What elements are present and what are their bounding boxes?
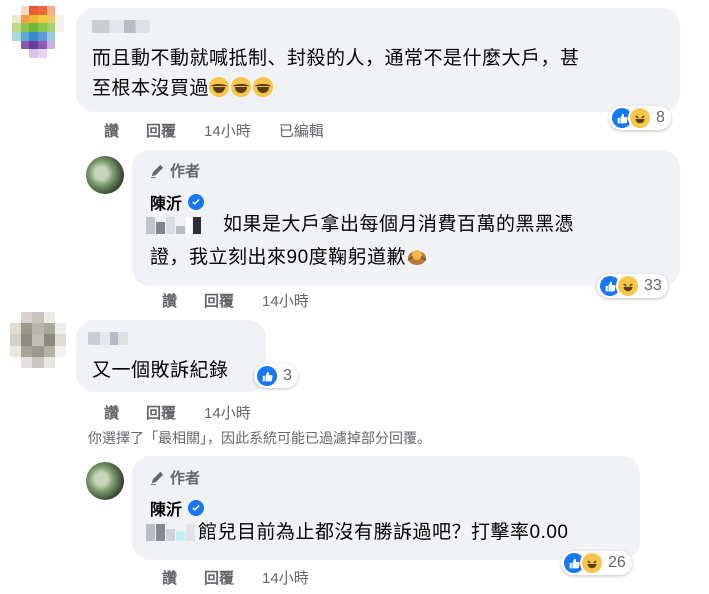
bowing-emoji	[407, 250, 427, 265]
timestamp[interactable]: 14小時	[262, 290, 309, 311]
mentioned-name[interactable]	[146, 524, 195, 541]
avatar[interactable]	[12, 6, 64, 58]
like-icon	[257, 366, 277, 386]
comment-actions: 讚 回覆 14小時	[162, 567, 309, 588]
comment-actions: 讚 回覆 14小時	[162, 290, 309, 311]
comment-actions: 讚 回覆 14小時	[104, 402, 251, 423]
avatar[interactable]	[10, 312, 66, 368]
reaction-count: 3	[283, 367, 292, 384]
verified-icon	[188, 500, 205, 516]
haha-icon	[582, 553, 602, 573]
timestamp[interactable]: 14小時	[262, 567, 309, 588]
pen-icon	[150, 164, 164, 178]
like-icon	[600, 276, 620, 296]
reaction-summary[interactable]: 26	[561, 551, 632, 575]
haha-emoji	[209, 77, 230, 97]
reply-button[interactable]: 回覆	[204, 290, 234, 311]
like-button[interactable]: 讚	[104, 402, 119, 423]
author-avatar[interactable]	[86, 462, 124, 500]
like-button[interactable]: 讚	[162, 567, 177, 588]
redacted-name	[92, 20, 150, 33]
haha-icon	[630, 108, 650, 128]
edited-label: 已編輯	[278, 123, 324, 140]
like-icon	[564, 553, 584, 573]
author-badge: 作者	[150, 467, 200, 488]
pen-icon	[150, 471, 164, 485]
comment-text: 又一個敗訴紀錄	[92, 360, 229, 381]
like-icon	[612, 108, 632, 128]
haha-icon	[618, 276, 638, 296]
comment-actions: 讚 回覆 14小時 已編輯	[104, 120, 324, 141]
reaction-count: 33	[644, 277, 662, 294]
timestamp[interactable]: 14小時	[204, 402, 251, 423]
reaction-summary[interactable]: 3	[254, 364, 298, 388]
haha-emoji	[253, 77, 274, 97]
like-button[interactable]: 讚	[162, 290, 177, 311]
comment-text: 如果是大戶拿出每個月消費百萬的黑黑憑	[223, 214, 575, 235]
reaction-summary[interactable]: 8	[609, 106, 671, 130]
reply-button[interactable]: 回覆	[146, 120, 176, 141]
author-name[interactable]: 陳沂	[150, 496, 205, 520]
author-badge: 作者	[150, 160, 200, 181]
author-avatar[interactable]	[86, 156, 124, 194]
mentioned-name[interactable]	[146, 217, 201, 234]
haha-emoji	[231, 77, 252, 97]
reply-button[interactable]: 回覆	[146, 402, 176, 423]
reply-button[interactable]: 回覆	[204, 567, 234, 588]
reaction-summary[interactable]: 33	[597, 274, 668, 298]
verified-icon	[188, 194, 205, 210]
redacted-name	[88, 332, 128, 345]
timestamp[interactable]: 14小時	[204, 120, 251, 141]
reaction-count: 26	[608, 554, 626, 571]
author-name[interactable]: 陳沂	[150, 190, 205, 214]
comment-text: 證，我立刻出來90度鞠躬道歉	[150, 243, 428, 273]
like-button[interactable]: 讚	[104, 120, 119, 141]
comment-text: 而且動不動就喊抵制、封殺的人，通常不是什麼大戶，甚 至根本沒買過	[92, 48, 580, 99]
comment-text: 館兒目前為止都沒有勝訴過吧？打擊率0.00	[198, 522, 569, 543]
filter-notice: 你選擇了「最相關」，因此系統可能已過濾掉部分回覆。	[88, 430, 431, 446]
reaction-count: 8	[656, 109, 665, 126]
